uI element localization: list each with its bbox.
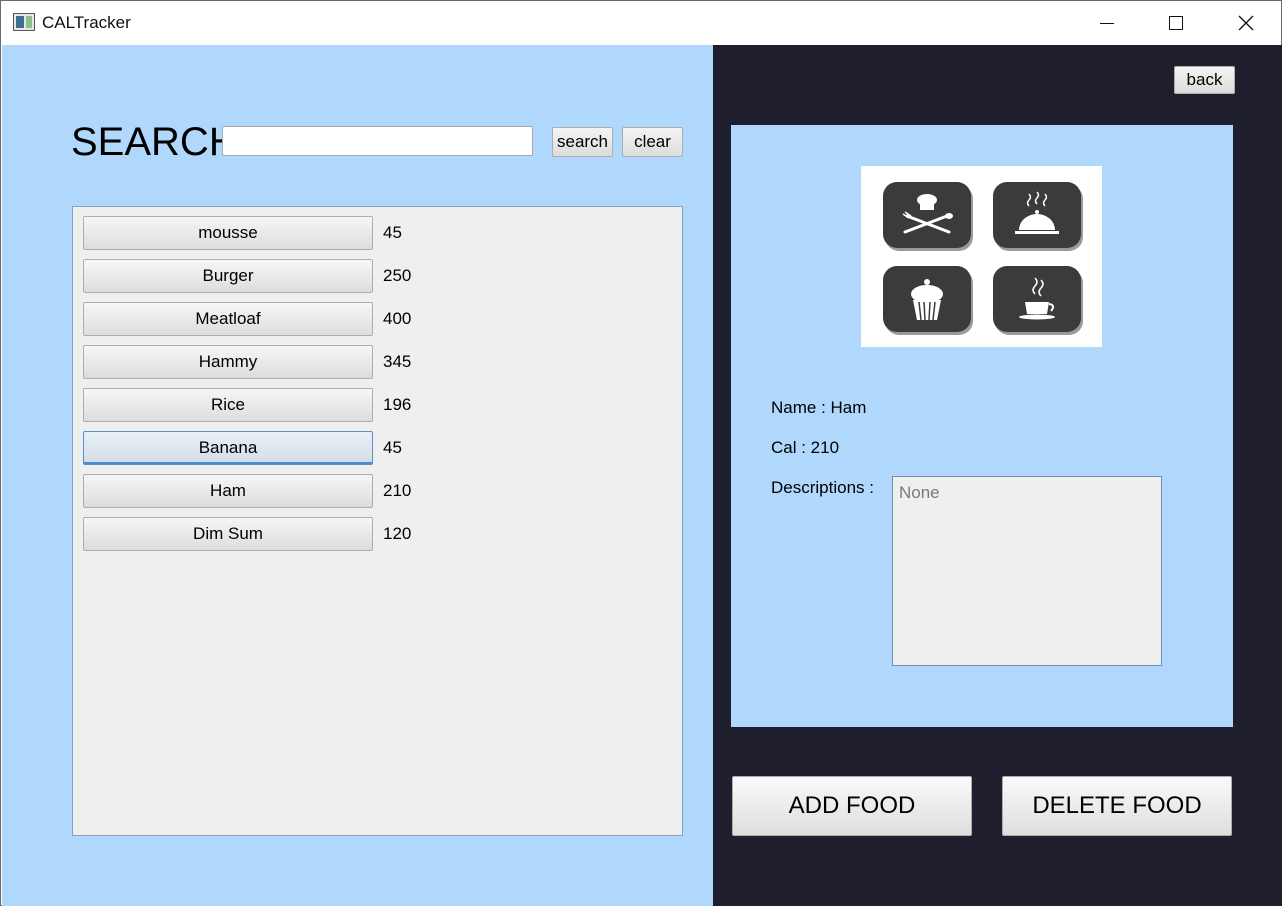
list-item: Ham 210 (83, 474, 483, 508)
food-item-calories: 196 (383, 395, 412, 414)
chef-utensils-icon (883, 182, 971, 248)
search-panel: SEARCH search clear mousse 45 Burger 250… (2, 45, 713, 906)
food-detail-card: Name : Ham Cal : 210 Descriptions : None (731, 125, 1233, 727)
window-title: CALTracker (42, 13, 131, 32)
back-button[interactable]: back (1174, 66, 1235, 94)
app-icon (13, 13, 35, 31)
cupcake-icon (883, 266, 971, 332)
title-bar: CALTracker (1, 1, 1281, 45)
food-item-button[interactable]: mousse (83, 216, 373, 250)
list-item: Hammy 345 (83, 345, 483, 379)
list-item: Rice 196 (83, 388, 483, 422)
descriptions-field[interactable]: None (892, 476, 1162, 666)
list-item: Dim Sum 120 (83, 517, 483, 551)
clear-button[interactable]: clear (622, 127, 683, 157)
minimize-button[interactable] (1084, 1, 1130, 45)
food-item-button[interactable]: Meatloaf (83, 302, 373, 336)
food-name-text: Name : Ham (771, 398, 867, 417)
detail-panel: back Name: Ham Cal: 210 Descriptions:… (713, 45, 1282, 906)
food-image (861, 166, 1102, 347)
minimize-icon (1100, 22, 1114, 24)
food-item-calories: 210 (383, 481, 412, 500)
list-item: Meatloaf 400 (83, 302, 483, 336)
maximize-icon (1169, 16, 1183, 30)
food-item-button[interactable]: Rice (83, 388, 373, 422)
list-item: mousse 45 (83, 216, 483, 250)
descriptions-label: Descriptions : (771, 478, 874, 497)
food-item-calories: 400 (383, 309, 412, 328)
app-window: CALTracker SEARCH search clear mousse 45… (0, 0, 1282, 906)
food-item-button[interactable]: Burger (83, 259, 373, 293)
coffee-cup-icon (993, 266, 1081, 332)
cloche-icon (993, 182, 1081, 248)
food-item-calories: 345 (383, 352, 412, 371)
food-item-button[interactable]: Ham (83, 474, 373, 508)
food-item-calories: 45 (383, 223, 402, 242)
search-heading: SEARCH (71, 120, 238, 164)
maximize-button[interactable] (1153, 1, 1199, 45)
close-icon (1238, 15, 1254, 31)
list-item: Banana 45 (83, 431, 483, 465)
add-food-button[interactable]: ADD FOOD (732, 776, 972, 836)
food-item-button[interactable]: Hammy (83, 345, 373, 379)
food-item-calories: 120 (383, 524, 412, 543)
list-item: Burger 250 (83, 259, 483, 293)
food-item-calories: 250 (383, 266, 412, 285)
food-item-button[interactable]: Banana (83, 431, 373, 465)
search-input[interactable] (222, 126, 533, 156)
food-list: mousse 45 Burger 250 Meatloaf 400 Hammy … (72, 206, 683, 836)
food-item-button[interactable]: Dim Sum (83, 517, 373, 551)
food-item-calories: 45 (383, 438, 402, 457)
delete-food-button[interactable]: DELETE FOOD (1002, 776, 1232, 836)
close-button[interactable] (1223, 1, 1269, 45)
search-button[interactable]: search (552, 127, 613, 157)
food-calories-text: Cal : 210 (771, 438, 840, 457)
